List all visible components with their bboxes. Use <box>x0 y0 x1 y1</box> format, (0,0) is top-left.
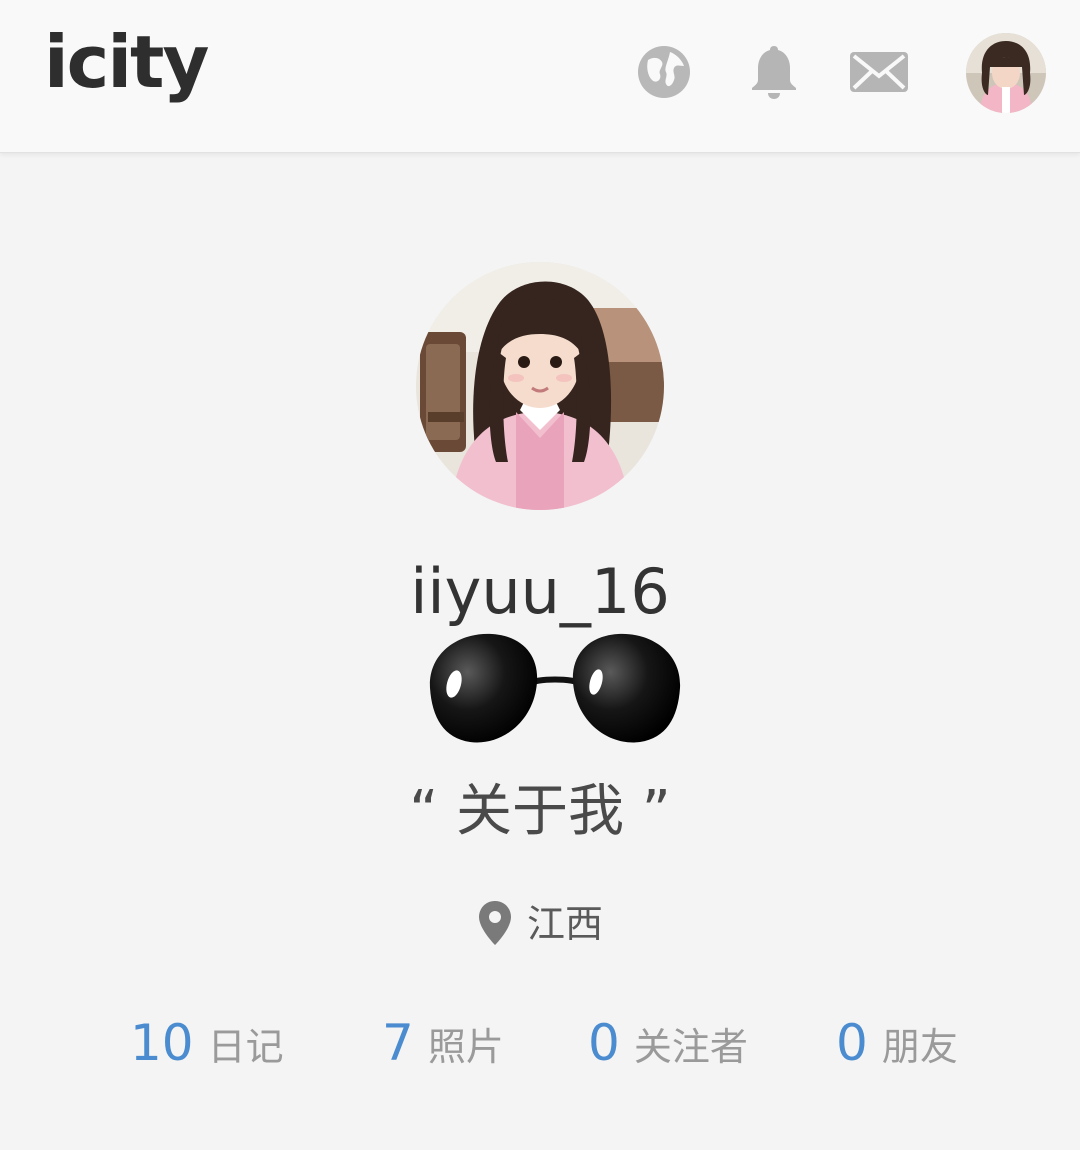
stat-photos[interactable]: 7 照片 <box>382 1008 504 1090</box>
username: iiyuu_16 <box>410 555 670 628</box>
profile-stats: 10 日记 7 照片 0 关注者 0 朋友 <box>0 1008 1080 1078</box>
top-navigation-bar: icity <box>0 0 1080 153</box>
about-me-text: “ 关于我 ” <box>409 779 671 844</box>
user-avatar-menu[interactable] <box>966 33 1046 113</box>
stat-label: 日记 <box>207 1025 284 1069</box>
stat-diaries[interactable]: 10 日记 <box>130 1008 284 1090</box>
stat-value: 10 <box>130 1014 194 1072</box>
location-pin-icon <box>478 900 511 945</box>
stat-label: 照片 <box>427 1025 504 1069</box>
stat-label: 朋友 <box>881 1025 958 1069</box>
profile-avatar[interactable] <box>416 262 664 510</box>
profile-photo <box>416 262 664 510</box>
stat-label: 关注者 <box>633 1025 748 1069</box>
location-text: 江西 <box>526 902 603 946</box>
app-logo[interactable]: icity <box>44 14 209 110</box>
stat-value: 0 <box>588 1014 620 1072</box>
stat-friends[interactable]: 0 朋友 <box>836 1008 958 1090</box>
stat-followers[interactable]: 0 关注者 <box>588 1008 748 1090</box>
bell-icon[interactable] <box>744 42 804 102</box>
stat-value: 7 <box>382 1014 414 1072</box>
stat-value: 0 <box>836 1014 868 1072</box>
sunglasses-sticker <box>429 633 681 743</box>
avatar-photo <box>966 33 1046 113</box>
mail-icon[interactable] <box>848 42 910 102</box>
globe-icon[interactable] <box>634 42 694 102</box>
location: 江西 <box>0 892 1080 956</box>
